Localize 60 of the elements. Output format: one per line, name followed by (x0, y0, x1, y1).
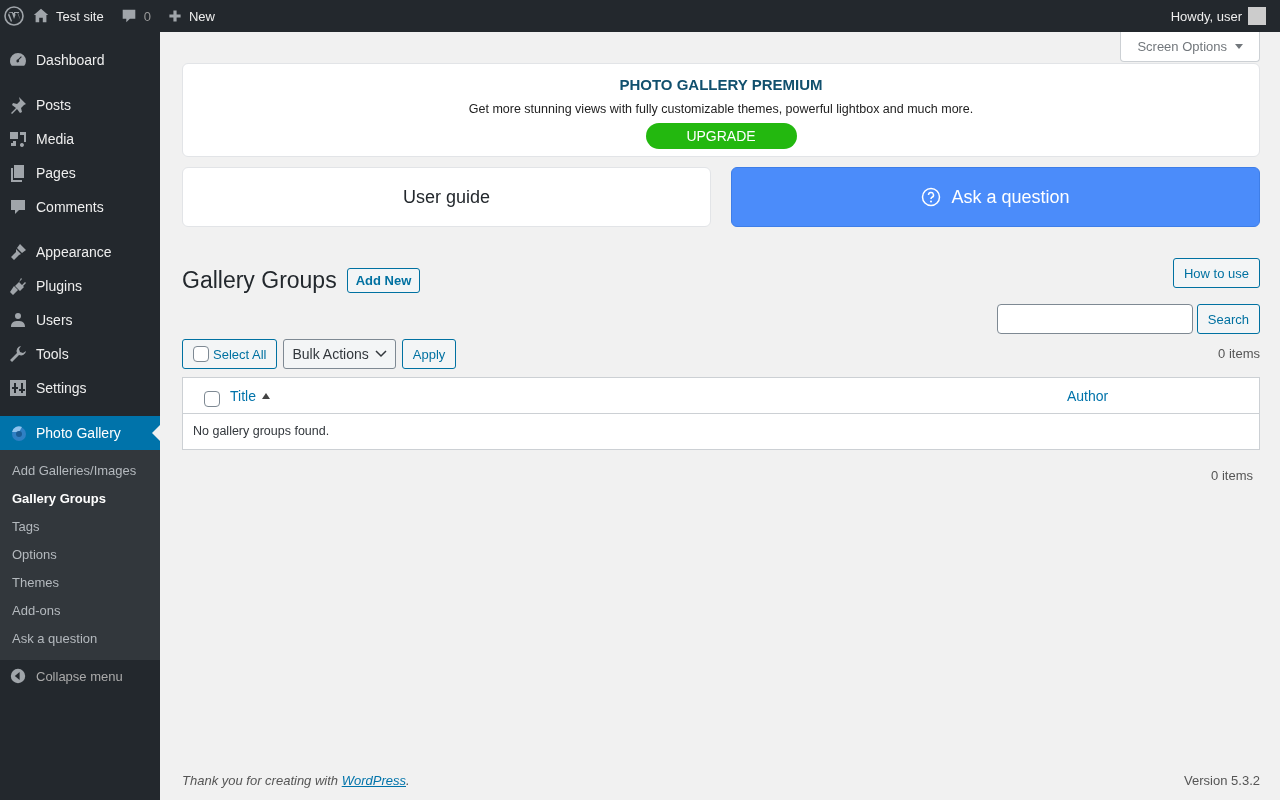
submenu-item[interactable]: Tags (0, 512, 160, 540)
collapse-menu-button[interactable]: Collapse menu (0, 660, 160, 692)
submenu-item[interactable]: Gallery Groups (0, 484, 160, 512)
wrench-icon (8, 344, 28, 364)
column-header-link[interactable]: Title (230, 387, 1067, 404)
plug-icon (8, 276, 28, 296)
sidebar-menu-item[interactable]: Photo Gallery (0, 416, 160, 450)
column-header-link[interactable]: Author (1067, 387, 1259, 404)
house-icon (32, 7, 50, 25)
plus-icon (166, 8, 183, 24)
menu-pointer-icon (152, 425, 160, 441)
sidebar-menu-item[interactable]: Media (0, 122, 160, 156)
speech-bubble-icon (8, 197, 28, 217)
user-guide-button[interactable]: User guide (182, 167, 711, 227)
sliders-icon (8, 378, 28, 398)
wordpress-logo-icon[interactable] (4, 6, 24, 26)
chevron-down-icon (374, 350, 387, 358)
left-arrow-circle-icon (10, 668, 26, 684)
screen-options-button[interactable]: Screen Options (1120, 32, 1260, 62)
account-link[interactable]: Howdy, user (1162, 7, 1274, 25)
empty-message: No gallery groups found. (192, 423, 331, 440)
sidebar-menu-item[interactable]: Pages (0, 156, 160, 190)
banner-title: PHOTO GALLERY PREMIUM (619, 76, 823, 93)
submenu-item[interactable]: Ask a question (0, 624, 160, 652)
sidebar-menu-item[interactable]: Plugins (0, 269, 160, 303)
submenu-item[interactable]: Options (0, 540, 160, 568)
checkbox[interactable] (193, 346, 209, 362)
add-new-button[interactable]: Add New (346, 268, 421, 293)
items-count: 0 items (1218, 346, 1260, 361)
checkbox[interactable] (204, 390, 220, 407)
submenu-item[interactable]: Themes (0, 568, 160, 596)
site-name-link[interactable]: Test site (24, 7, 112, 25)
media-icon (8, 129, 28, 149)
sidebar-menu-item[interactable]: Tools (0, 337, 160, 371)
version-text: Version 5.3.2 (1184, 773, 1260, 788)
sidebar-menu-item[interactable]: Posts (0, 88, 160, 122)
how-to-use-button[interactable]: How to use (1172, 258, 1260, 288)
apply-button[interactable]: Apply (401, 339, 457, 369)
search-button[interactable]: Search (1196, 304, 1260, 334)
sidebar-menu-item[interactable]: Dashboard (0, 43, 160, 77)
sidebar-menu-item[interactable]: Users (0, 303, 160, 337)
page-title: Gallery Groups (182, 267, 337, 294)
footer-text: Thank you for creating with WordPress. (182, 773, 410, 788)
submenu-item[interactable]: Add Galleries/Images (0, 456, 160, 484)
bulk-actions-dropdown[interactable]: Bulk Actions (283, 339, 396, 369)
wordpress-link[interactable]: WordPress (341, 773, 406, 788)
comments-link[interactable]: 0 (111, 7, 159, 25)
search-field[interactable] (996, 304, 1193, 334)
avatar-icon (1248, 7, 1266, 25)
sidebar-menu-item[interactable]: Settings (0, 371, 160, 405)
new-link[interactable]: New (158, 8, 223, 24)
ask-question-button[interactable]: Ask a question (731, 167, 1260, 227)
submenu-item[interactable]: Add-ons (0, 596, 160, 624)
person-icon (8, 310, 28, 330)
sidebar-menu-item[interactable]: Comments (0, 190, 160, 224)
sidebar-menu-item[interactable]: Appearance (0, 235, 160, 269)
select-all-button[interactable]: Select All (182, 339, 278, 369)
question-circle-icon (921, 187, 942, 207)
items-count: 0 items (1211, 468, 1254, 483)
banner-text: Get more stunning views with fully customizable themes, powerful lightbox and much more. (468, 102, 974, 116)
